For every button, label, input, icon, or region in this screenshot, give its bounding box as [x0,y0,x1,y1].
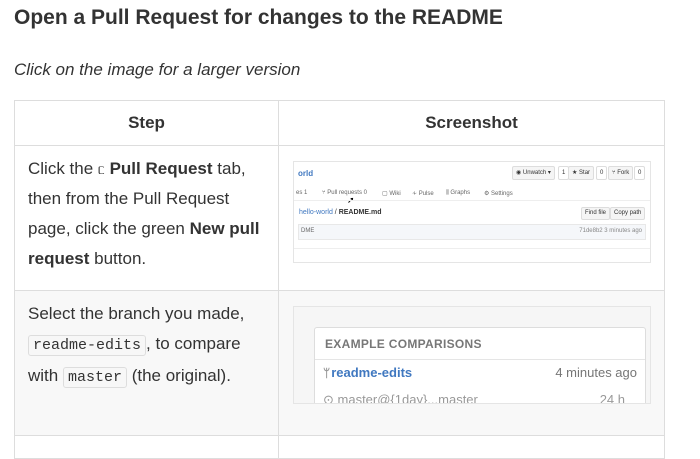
divider [294,248,650,249]
branch-code: readme-edits [28,335,147,356]
example-comparisons-box: EXAMPLE COMPARISONS ᛘreadme-edits 4 minu… [314,327,646,404]
master-code: master [62,367,127,388]
pull-request-icon: ᥴ [97,161,105,177]
comparisons-header: EXAMPLE COMPARISONS [325,337,482,351]
header-screenshot: Screenshot [278,100,665,146]
pull-request-screenshot[interactable]: orld ◉ Unwatch ▾ 1 ★ Star 0 ⑂ Fork 0 es … [293,161,651,263]
nav-pulse: ∻ Pulse [412,191,434,197]
subtitle: Click on the image for a larger version [14,60,301,79]
table-row [14,435,665,459]
page-heading: Open a Pull Request for changes to the R… [14,6,503,29]
steps-table: Step Screenshot Click the ᥴ Pull Request… [14,100,665,459]
nav-graphs: ⫼ Graphs [446,190,471,196]
branch-icon: ᛘ [323,366,331,380]
table-row: Click the ᥴ Pull Request tab, then from … [14,145,665,291]
fork-count: 0 [634,166,646,180]
comparison-time-faded: 24 h [599,392,625,404]
table-row: Select the branch you made, readme-edits… [14,290,665,436]
comparison-item-faded: ⊙ master@{1day}...master [323,392,478,404]
file-commit-bar: DME 71de8b2 3 minutes ago [298,224,646,240]
copy-path-button: Copy path [610,207,646,220]
screenshot-cell-2: EXAMPLE COMPARISONS ᛘreadme-edits 4 minu… [278,290,665,436]
unwatch-button: ◉ Unwatch ▾ [512,166,555,180]
nav-wiki: ▢ Wiki [382,191,401,197]
step-text-2: Select the branch you made, readme-edits… [14,290,279,436]
fork-button: ⑂ Fork [608,166,634,180]
divider [294,200,650,201]
nav-settings: ⚙ Settings [484,191,513,197]
compare-branch-screenshot[interactable]: EXAMPLE COMPARISONS ᛘreadme-edits 4 minu… [293,306,651,404]
branch-link: ᛘreadme-edits [323,365,413,380]
branch-time: 4 minutes ago [555,365,637,380]
repo-name: orld [298,169,314,178]
breadcrumb: hello-world / README.md [299,209,382,216]
screenshot-cell-1: orld ◉ Unwatch ▾ 1 ★ Star 0 ⑂ Fork 0 es … [278,145,665,291]
nav-pull-requests: ⑂ Pull requests 0 [322,190,367,196]
find-file-button: Find file [581,207,611,220]
header-step: Step [14,100,279,146]
star-count: 0 [596,166,608,180]
star-button: ★ Star [568,166,595,180]
step-text-1: Click the ᥴ Pull Request tab, then from … [14,145,279,291]
nav-issues: es 1 [296,190,308,196]
